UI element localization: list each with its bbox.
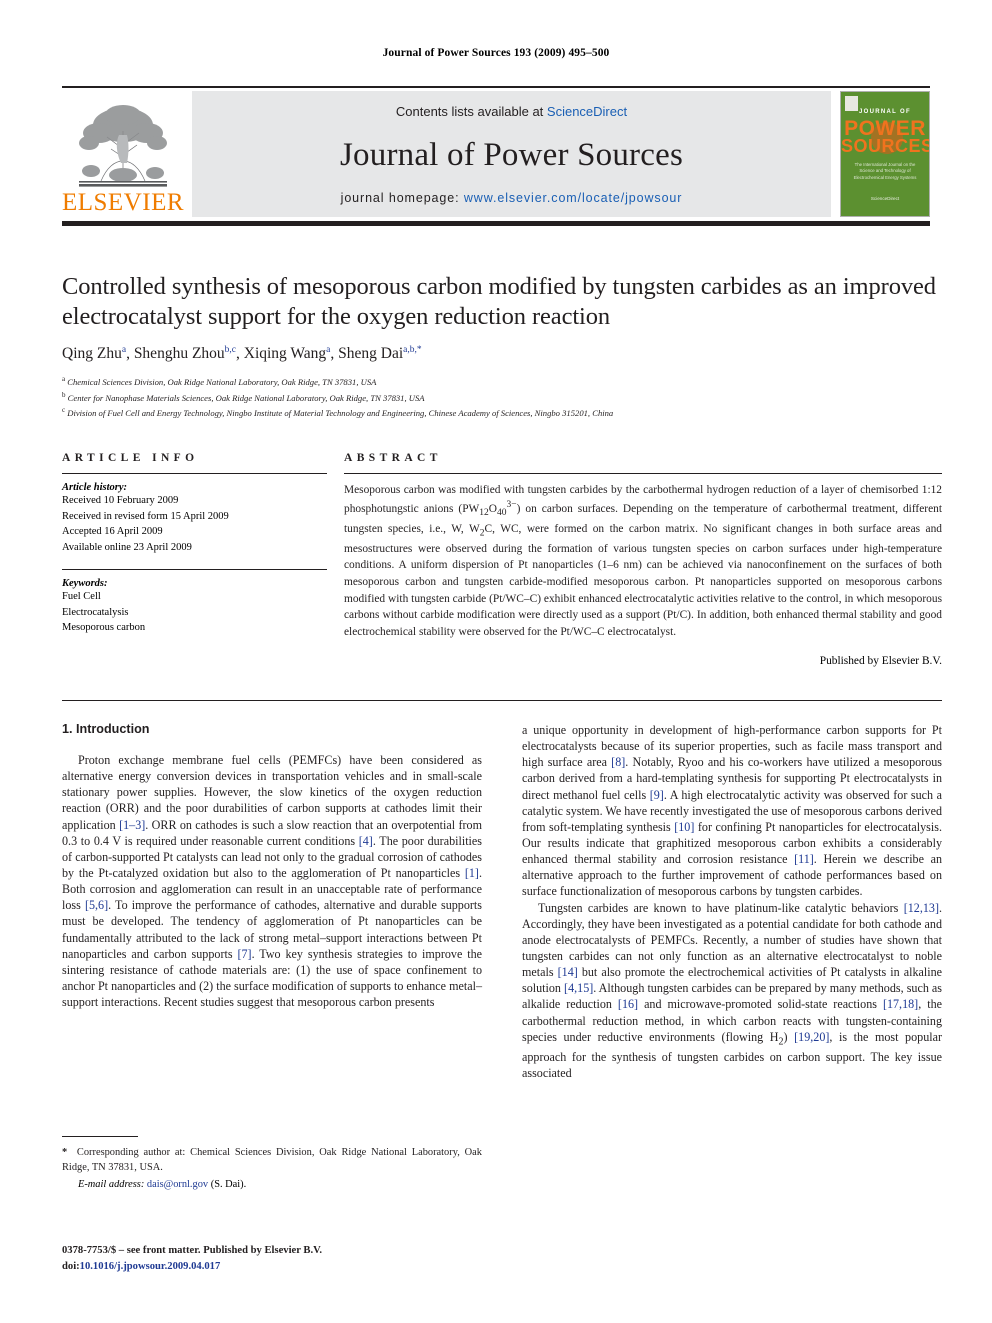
intro-paragraph-right-1: a unique opportunity in development of h… xyxy=(522,723,942,899)
footnote-rule xyxy=(62,1136,138,1137)
cover-sources-label: SOURCES xyxy=(841,136,930,156)
column-gap xyxy=(327,452,344,667)
email-link[interactable]: dais@ornl.gov xyxy=(147,1179,208,1190)
keywords-label: Keywords: xyxy=(62,578,108,590)
affiliation-text: Division of Fuel Cell and Energy Technol… xyxy=(67,408,614,419)
journal-cover-thumbnail[interactable]: JOURNAL OF POWER SOURCES The Internation… xyxy=(840,91,930,217)
elsevier-logo: ELSEVIER xyxy=(62,91,184,217)
cover-subtitle: The International Journal on the Science… xyxy=(853,162,917,180)
article-info-heading: ARTICLE INFO xyxy=(62,452,199,464)
homepage-url-link[interactable]: www.elsevier.com/locate/jpowsour xyxy=(464,191,682,205)
keywords-list: Fuel Cell Electrocatalysis Mesoporous ca… xyxy=(62,589,327,636)
history-item: Received in revised form 15 April 2009 xyxy=(62,510,229,522)
article-history-list: Received 10 February 2009 Received in re… xyxy=(62,493,327,555)
contents-list-line: Contents lists available at ScienceDirec… xyxy=(192,104,831,119)
email-line: E-mail address: dais@ornl.gov (S. Dai). xyxy=(62,1178,482,1193)
journal-homepage-line: journal homepage: www.elsevier.com/locat… xyxy=(192,191,831,205)
contents-prefix: Contents lists available at xyxy=(395,104,547,119)
email-suffix: (S. Dai). xyxy=(210,1178,247,1190)
doi-link[interactable]: 10.1016/j.jpowsour.2009.04.017 xyxy=(80,1261,221,1272)
keyword-item: Fuel Cell xyxy=(62,591,101,603)
elsevier-wordmark: ELSEVIER xyxy=(61,189,185,216)
journal-masthead: ELSEVIER Contents lists available at Sci… xyxy=(62,86,930,226)
section-heading-introduction: 1. Introduction xyxy=(62,722,150,736)
author-list: Qing Zhua, Shenghu Zhoub,c, Xiqing Wanga… xyxy=(62,344,422,362)
affiliation-item: b Center for Nanophase Materials Science… xyxy=(62,390,942,406)
intro-paragraph-right-2: Tungsten carbides are known to have plat… xyxy=(522,900,943,1080)
page-title: Controlled synthesis of mesoporous carbo… xyxy=(62,273,936,330)
cover-journal-of-label: JOURNAL OF xyxy=(859,109,911,115)
affiliation-item: a Chemical Sciences Division, Oak Ridge … xyxy=(62,374,942,390)
affiliation-marker: b xyxy=(62,390,66,399)
abstract-rule xyxy=(344,473,942,474)
affiliation-marker: a xyxy=(62,374,66,383)
article-info-rule xyxy=(62,473,327,474)
abstract-column: ABSTRACT Mesoporous carbon was modified … xyxy=(344,452,942,667)
cover-sciencedirect-label: ScienceDirect xyxy=(870,195,900,201)
abstract-publisher-note: Published by Elsevier B.V. xyxy=(819,654,942,667)
email-label: E-mail address: xyxy=(78,1178,145,1190)
masthead-bottom-rule xyxy=(62,221,930,226)
abstract-text: Mesoporous carbon was modified with tung… xyxy=(344,484,942,638)
affiliation-list: a Chemical Sciences Division, Oak Ridge … xyxy=(62,374,942,421)
bottom-matter: 0378-7753/$ – see front matter. Publishe… xyxy=(62,1243,562,1275)
history-item: Accepted 16 April 2009 xyxy=(62,526,163,538)
keywords-rule xyxy=(62,569,327,571)
doi-label: doi: xyxy=(62,1260,80,1272)
affiliation-text: Center for Nanophase Materials Sciences,… xyxy=(67,392,425,403)
homepage-label: journal homepage: xyxy=(340,191,460,205)
affiliation-text: Chemical Sciences Division, Oak Ridge Na… xyxy=(67,376,377,387)
elsevier-tree-icon xyxy=(79,105,167,187)
body-column-right: a unique opportunity in development of h… xyxy=(522,722,942,1081)
keyword-item: Electrocatalysis xyxy=(62,606,129,618)
corresponding-author-text: * Corresponding author at: Chemical Scie… xyxy=(62,1147,482,1173)
article-info-column: ARTICLE INFO Article history: Received 1… xyxy=(62,452,327,667)
affiliation-marker: c xyxy=(62,406,66,415)
doi-line: doi:10.1016/j.jpowsour.2009.04.017 xyxy=(62,1259,562,1275)
journal-title: Journal of Power Sources xyxy=(340,136,683,173)
masthead-panel: Contents lists available at ScienceDirec… xyxy=(192,91,831,217)
keyword-item: Mesoporous carbon xyxy=(62,622,146,634)
article-page: Journal of Power Sources 193 (2009) 495–… xyxy=(0,0,992,1323)
sciencedirect-link[interactable]: ScienceDirect xyxy=(547,104,627,119)
issn-line: 0378-7753/$ – see front matter. Publishe… xyxy=(62,1245,323,1256)
abstract-heading: ABSTRACT xyxy=(344,452,442,464)
intro-paragraph-left: Proton exchange membrane fuel cells (PEM… xyxy=(62,753,482,1010)
masthead-top-rule xyxy=(62,86,930,88)
article-history-label: Article history: xyxy=(62,482,128,493)
corresponding-author-footnote: * Corresponding author at: Chemical Scie… xyxy=(62,1136,482,1193)
abstract-bottom-rule xyxy=(62,700,942,701)
title-block: Controlled synthesis of mesoporous carbo… xyxy=(62,272,942,421)
history-item: Received 10 February 2009 xyxy=(62,495,179,506)
body-column-gap xyxy=(482,722,522,1081)
body-column-left: 1. Introduction Proton exchange membrane… xyxy=(62,722,482,1081)
info-abstract-row: ARTICLE INFO Article history: Received 1… xyxy=(62,452,942,667)
running-head: Journal of Power Sources 193 (2009) 495–… xyxy=(382,47,610,59)
body-columns: 1. Introduction Proton exchange membrane… xyxy=(62,722,942,1081)
affiliation-item: c Division of Fuel Cell and Energy Techn… xyxy=(62,405,942,421)
history-item: Available online 23 April 2009 xyxy=(62,541,192,553)
